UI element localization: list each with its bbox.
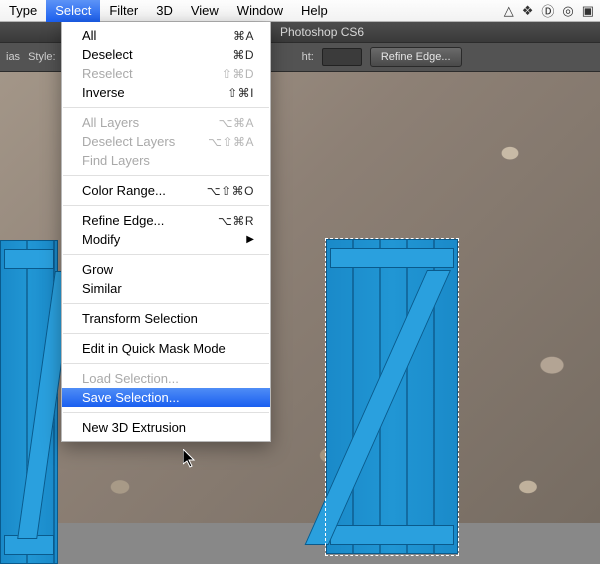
menu-separator <box>63 254 269 255</box>
app-icon[interactable]: ▣ <box>582 3 594 19</box>
menu-item-label: Grow <box>82 262 254 277</box>
menu-item-color-range[interactable]: Color Range...⌥⇧⌘O <box>62 181 270 200</box>
menu-item-save-selection[interactable]: Save Selection... <box>62 388 270 407</box>
menu-3d[interactable]: 3D <box>147 0 182 22</box>
menu-item-label: Inverse <box>82 85 227 100</box>
app-title-text: Photoshop CS6 <box>280 25 364 39</box>
menu-item-grow[interactable]: Grow <box>62 260 270 279</box>
menu-view[interactable]: View <box>182 0 228 22</box>
menu-item-deselect[interactable]: Deselect⌘D <box>62 45 270 64</box>
menu-window[interactable]: Window <box>228 0 292 22</box>
menu-separator <box>63 363 269 364</box>
dropbox-icon[interactable]: ❖ <box>522 3 534 19</box>
gdrive-icon[interactable]: △ <box>504 3 514 19</box>
menu-item-load-selection: Load Selection... <box>62 369 270 388</box>
menu-type[interactable]: Type <box>0 0 46 22</box>
menu-item-shortcut: ⌥⇧⌘O <box>207 184 254 198</box>
menu-select[interactable]: Select <box>46 0 100 22</box>
menu-item-label: Transform Selection <box>82 311 254 326</box>
blue-shutter-right <box>326 239 458 554</box>
menu-separator <box>63 205 269 206</box>
menu-item-shortcut: ⌘A <box>233 29 254 43</box>
style-label: Style: <box>28 51 56 63</box>
options-left-label: ias <box>6 51 20 63</box>
mac-menubar: Type Select Filter 3D View Window Help △… <box>0 0 600 22</box>
menu-separator <box>63 107 269 108</box>
menu-item-label: Edit in Quick Mask Mode <box>82 341 254 356</box>
menu-item-shortcut: ⌥⇧⌘A <box>208 135 254 149</box>
menu-item-deselect-layers: Deselect Layers⌥⇧⌘A <box>62 132 270 151</box>
menu-item-all[interactable]: All⌘A <box>62 26 270 45</box>
menu-item-label: Find Layers <box>82 153 254 168</box>
menu-item-label: All <box>82 28 233 43</box>
menu-help[interactable]: Help <box>292 0 337 22</box>
refine-edge-button[interactable]: Refine Edge... <box>370 47 462 67</box>
menu-item-label: Similar <box>82 281 254 296</box>
menu-item-label: Refine Edge... <box>82 213 218 228</box>
menu-item-transform-selection[interactable]: Transform Selection <box>62 309 270 328</box>
menu-item-new-3d-extrusion[interactable]: New 3D Extrusion <box>62 418 270 437</box>
menu-item-shortcut: ⇧⌘I <box>227 86 254 100</box>
menu-item-similar[interactable]: Similar <box>62 279 270 298</box>
menu-item-shortcut: ⌘D <box>232 48 254 62</box>
menu-separator <box>63 412 269 413</box>
menu-item-edit-in-quick-mask-mode[interactable]: Edit in Quick Mask Mode <box>62 339 270 358</box>
menu-item-reselect: Reselect⇧⌘D <box>62 64 270 83</box>
menu-item-modify[interactable]: Modify▶ <box>62 230 270 249</box>
submenu-arrow-icon: ▶ <box>246 234 254 245</box>
menu-item-label: Modify <box>82 232 246 247</box>
select-menu-dropdown: All⌘ADeselect⌘DReselect⇧⌘DInverse⇧⌘IAll … <box>61 22 271 442</box>
menubar-tray: △ ❖ Ⓓ ◎ ▣ <box>504 1 600 20</box>
behance-icon[interactable]: Ⓓ <box>541 1 554 20</box>
menu-item-label: Color Range... <box>82 183 207 198</box>
menu-item-label: Save Selection... <box>82 390 254 405</box>
menu-item-label: Load Selection... <box>82 371 254 386</box>
menu-item-all-layers: All Layers⌥⌘A <box>62 113 270 132</box>
menu-item-inverse[interactable]: Inverse⇧⌘I <box>62 83 270 102</box>
options-mid-label: ht: <box>302 51 314 63</box>
cc-icon[interactable]: ◎ <box>562 3 573 19</box>
menu-separator <box>63 303 269 304</box>
height-field[interactable] <box>322 48 362 66</box>
menu-filter[interactable]: Filter <box>100 0 147 22</box>
menu-item-shortcut: ⇧⌘D <box>222 67 254 81</box>
menu-item-label: Deselect Layers <box>82 134 208 149</box>
menu-item-label: Reselect <box>82 66 222 81</box>
menu-item-refine-edge[interactable]: Refine Edge...⌥⌘R <box>62 211 270 230</box>
blue-shutter-left <box>0 240 58 564</box>
menu-item-shortcut: ⌥⌘A <box>219 116 254 130</box>
menu-separator <box>63 175 269 176</box>
menu-item-shortcut: ⌥⌘R <box>218 214 254 228</box>
menu-separator <box>63 333 269 334</box>
menu-item-label: New 3D Extrusion <box>82 420 254 435</box>
menu-item-label: Deselect <box>82 47 232 62</box>
menu-item-label: All Layers <box>82 115 219 130</box>
menu-item-find-layers: Find Layers <box>62 151 270 170</box>
